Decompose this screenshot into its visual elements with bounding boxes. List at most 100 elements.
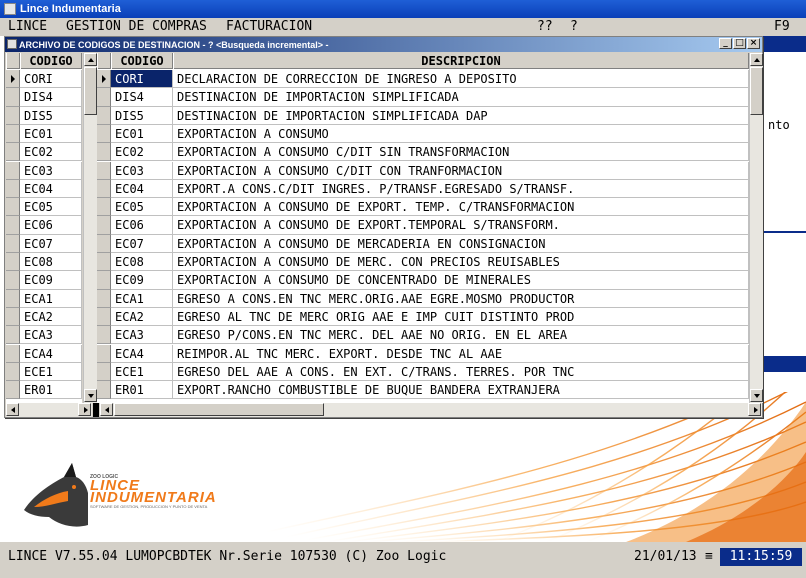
- row-indicator[interactable]: [97, 179, 111, 199]
- right-grid-code-cell[interactable]: EC02: [111, 143, 173, 162]
- left-scroll-down-button[interactable]: [84, 389, 97, 402]
- close-button[interactable]: ×: [747, 38, 760, 49]
- right-grid-description-cell[interactable]: EGRESO AL TNC DE MERC ORIG AAE E IMP CUI…: [173, 307, 749, 327]
- right-grid-code-cell[interactable]: ER01: [111, 381, 173, 400]
- right-grid-description-cell[interactable]: EGRESO P/CONS.EN TNC MERC. DEL AAE NO OR…: [173, 326, 749, 345]
- row-indicator[interactable]: [97, 106, 111, 125]
- right-grid-row[interactable]: DIS4 DESTINACION DE IMPORTACION SIMPLIFIC…: [97, 88, 749, 107]
- minimize-button[interactable]: _: [719, 38, 732, 49]
- row-indicator[interactable]: [6, 124, 20, 144]
- row-indicator[interactable]: [6, 253, 20, 272]
- right-grid-description-cell[interactable]: EXPORTACION A CONSUMO: [173, 124, 749, 144]
- right-grid-code-cell[interactable]: EC08: [111, 253, 173, 272]
- right-grid-code-cell[interactable]: ECE1: [111, 362, 173, 382]
- left-hscroll-left-button[interactable]: [6, 403, 19, 416]
- left-hscrollbar[interactable]: [6, 403, 92, 417]
- right-hscrollbar[interactable]: [100, 403, 762, 417]
- menu-facturacion[interactable]: FACTURACION: [226, 18, 312, 36]
- left-hscroll-right-button[interactable]: [78, 403, 91, 416]
- right-hscroll-left-button[interactable]: [100, 403, 113, 416]
- left-grid-header-codigo[interactable]: CODIGO: [20, 53, 82, 69]
- menu-f9[interactable]: F9: [774, 18, 790, 36]
- row-indicator[interactable]: [6, 198, 20, 217]
- right-grid-row[interactable]: ECA2 EGRESO AL TNC DE MERC ORIG AAE E IMP…: [97, 307, 749, 327]
- right-grid-code-cell[interactable]: EC05: [111, 198, 173, 217]
- row-indicator[interactable]: [6, 70, 20, 89]
- row-indicator[interactable]: [97, 143, 111, 162]
- row-indicator[interactable]: [6, 161, 20, 180]
- row-indicator[interactable]: [6, 326, 20, 345]
- left-grid-row[interactable]: ECA2: [6, 307, 82, 327]
- left-grid-code-cell[interactable]: CORI: [20, 70, 82, 89]
- left-grid-row[interactable]: EC05: [6, 198, 82, 217]
- menu-lince[interactable]: LINCE: [8, 18, 47, 36]
- right-grid-description-cell[interactable]: EXPORTACION A CONSUMO DE EXPORT.TEMPORAL…: [173, 216, 749, 235]
- right-grid-code-cell[interactable]: ECA1: [111, 289, 173, 308]
- right-hscroll-right-button[interactable]: [748, 403, 761, 416]
- row-indicator[interactable]: [97, 344, 111, 363]
- left-grid-code-cell[interactable]: ECA2: [20, 307, 82, 327]
- right-grid-code-cell[interactable]: EC09: [111, 271, 173, 290]
- menu-help[interactable]: ?: [570, 18, 578, 36]
- dialog-title-bar[interactable]: ARCHIVO DE CODIGOS DE DESTINACION - ? <B…: [5, 37, 762, 52]
- right-scroll-down-button[interactable]: [750, 389, 763, 402]
- left-grid-row[interactable]: EC02: [6, 143, 82, 162]
- left-grid-code-cell[interactable]: EC05: [20, 198, 82, 217]
- left-grid-code-cell[interactable]: ECA1: [20, 289, 82, 308]
- right-grid-row[interactable]: ECA4 REIMPOR.AL TNC MERC. EXPORT. DESDE T…: [97, 344, 749, 363]
- right-grid-row[interactable]: EC08 EXPORTACION A CONSUMO DE MERC. CON P…: [97, 253, 749, 272]
- right-grid-header-descripcion[interactable]: DESCRIPCION: [173, 53, 749, 69]
- left-grid-row[interactable]: EC03: [6, 161, 82, 180]
- right-grid-row[interactable]: EC02 EXPORTACION A CONSUMO C/DIT SIN TRAN…: [97, 143, 749, 162]
- right-grid-description-cell[interactable]: REIMPOR.AL TNC MERC. EXPORT. DESDE TNC A…: [173, 344, 749, 363]
- grid-splitter[interactable]: [93, 403, 99, 417]
- right-grid-row[interactable]: ECE1 EGRESO DEL AAE A CONS. EN EXT. C/TRA…: [97, 362, 749, 382]
- left-grid-row[interactable]: DIS5: [6, 106, 82, 125]
- row-indicator[interactable]: [6, 289, 20, 308]
- left-grid-code-cell[interactable]: ECA4: [20, 344, 82, 363]
- left-grid-code-cell[interactable]: ECE1: [20, 362, 82, 382]
- row-indicator[interactable]: [6, 88, 20, 107]
- left-grid-row[interactable]: EC08: [6, 253, 82, 272]
- row-indicator[interactable]: [6, 216, 20, 235]
- left-grid-code-cell[interactable]: DIS4: [20, 88, 82, 107]
- row-indicator[interactable]: [6, 234, 20, 253]
- row-indicator[interactable]: [97, 216, 111, 235]
- right-grid-description-cell[interactable]: EXPORTACION A CONSUMO DE CONCENTRADO DE …: [173, 271, 749, 290]
- left-grid-code-cell[interactable]: DIS5: [20, 106, 82, 125]
- right-grid-code-cell[interactable]: DIS4: [111, 88, 173, 107]
- row-indicator[interactable]: [6, 179, 20, 199]
- right-grid-code-cell[interactable]: EC07: [111, 234, 173, 253]
- left-grid-row[interactable]: EC01: [6, 124, 82, 144]
- right-grid-row[interactable]: ECA1 EGRESO A CONS.EN TNC MERC.ORIG.AAE E…: [97, 289, 749, 308]
- left-grid-row[interactable]: EC04: [6, 179, 82, 199]
- row-indicator[interactable]: [97, 198, 111, 217]
- right-grid-code-cell[interactable]: ECA3: [111, 326, 173, 345]
- left-grid-row[interactable]: ER01: [6, 381, 82, 400]
- left-grid-code-cell[interactable]: EC06: [20, 216, 82, 235]
- row-indicator[interactable]: [6, 271, 20, 290]
- right-grid-code-cell[interactable]: ECA2: [111, 307, 173, 327]
- left-grid-code-cell[interactable]: ER01: [20, 381, 82, 400]
- left-grid-row[interactable]: CORI: [6, 70, 82, 89]
- right-grid-code-cell[interactable]: DIS5: [111, 106, 173, 125]
- left-grid-code-cell[interactable]: ECA3: [20, 326, 82, 345]
- right-grid-description-cell[interactable]: EXPORTACION A CONSUMO C/DIT CON TRANFORM…: [173, 161, 749, 180]
- right-grid-description-cell[interactable]: EXPORTACION A CONSUMO C/DIT SIN TRANSFOR…: [173, 143, 749, 162]
- right-grid-row[interactable]: EC05 EXPORTACION A CONSUMO DE EXPORT. TEM…: [97, 198, 749, 217]
- left-grid-code-cell[interactable]: EC03: [20, 161, 82, 180]
- left-grid-code-cell[interactable]: EC01: [20, 124, 82, 144]
- right-grid-description-cell[interactable]: DESTINACION DE IMPORTACION SIMPLIFICADA …: [173, 106, 749, 125]
- left-grid-row[interactable]: ECA3: [6, 326, 82, 345]
- left-grid-code-cell[interactable]: EC02: [20, 143, 82, 162]
- row-indicator[interactable]: [97, 289, 111, 308]
- menu-gestion-compras[interactable]: GESTION DE COMPRAS: [66, 18, 207, 36]
- row-indicator[interactable]: [6, 143, 20, 162]
- right-grid-description-cell[interactable]: EGRESO A CONS.EN TNC MERC.ORIG.AAE EGRE.…: [173, 289, 749, 308]
- left-grid-code-cell[interactable]: EC07: [20, 234, 82, 253]
- maximize-button[interactable]: □: [733, 38, 746, 49]
- left-grid-code-cell[interactable]: EC08: [20, 253, 82, 272]
- left-grid-vscrollbar[interactable]: [83, 53, 97, 403]
- right-grid-code-cell[interactable]: EC03: [111, 161, 173, 180]
- right-grid-description-cell[interactable]: EXPORT.RANCHO COMBUSTIBLE DE BUQUE BANDE…: [173, 381, 749, 400]
